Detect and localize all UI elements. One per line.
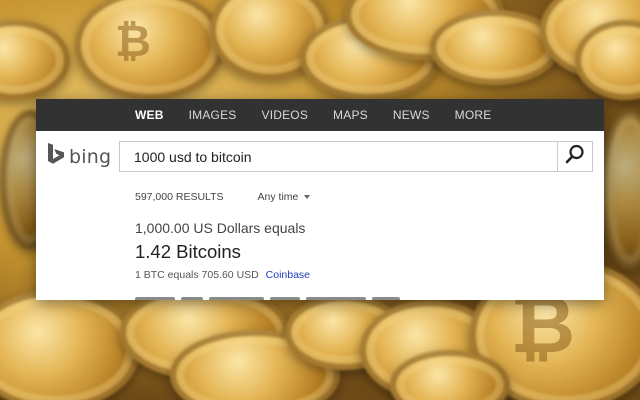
- exchange-rate-text: 1 BTC equals 705.60 USD: [135, 269, 259, 281]
- conversion-result: 1.42 Bitcoins: [135, 241, 241, 262]
- result-filters: 597,000 RESULTS Any time: [135, 191, 311, 203]
- nav-web[interactable]: WEB: [135, 99, 164, 131]
- nav-maps[interactable]: MAPS: [333, 99, 368, 131]
- conversion-source-amount: 1,000.00 US Dollars equals: [135, 220, 306, 236]
- nav-images[interactable]: IMAGES: [189, 99, 237, 131]
- search-icon: [565, 144, 585, 169]
- search-button[interactable]: [557, 142, 592, 171]
- nav-news[interactable]: NEWS: [393, 99, 430, 131]
- bing-logo-text: bing: [69, 145, 112, 168]
- bing-b-logo-icon: [47, 143, 65, 170]
- time-filter-dropdown[interactable]: Any time: [258, 191, 311, 203]
- coinbase-link[interactable]: Coinbase: [266, 269, 310, 281]
- results-count: 597,000 RESULTS: [135, 191, 224, 203]
- nav-videos[interactable]: VIDEOS: [262, 99, 309, 131]
- currency-answer-card: 1,000.00 US Dollars equals 1.42 Bitcoins…: [135, 220, 310, 281]
- search-box: [119, 141, 593, 172]
- search-row: bing: [36, 131, 604, 175]
- exchange-rate-line: 1 BTC equals 705.60 USD Coinbase: [135, 269, 310, 281]
- vertical-nav: WEB IMAGES VIDEOS MAPS NEWS MORE: [36, 99, 604, 131]
- bing-logo[interactable]: bing: [47, 143, 111, 170]
- time-filter-label: Any time: [257, 191, 299, 203]
- nav-more[interactable]: MORE: [455, 99, 492, 131]
- chevron-down-icon: [304, 195, 311, 199]
- next-result-cutoff: [135, 293, 435, 300]
- bing-results-panel: WEB IMAGES VIDEOS MAPS NEWS MORE bing 10…: [36, 99, 604, 300]
- search-input[interactable]: [120, 142, 557, 171]
